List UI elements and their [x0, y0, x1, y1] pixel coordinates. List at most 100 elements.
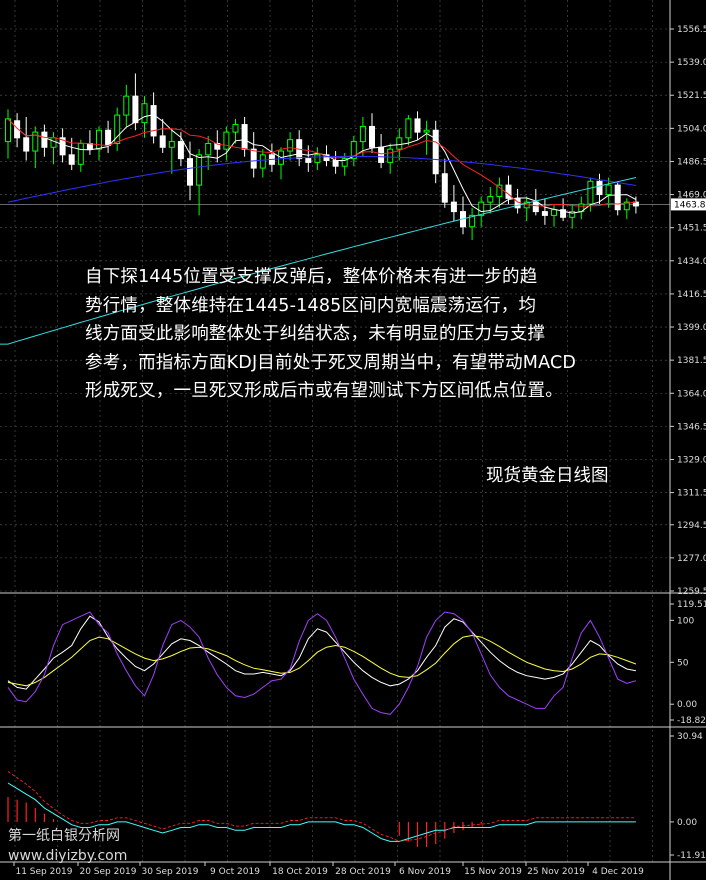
- candle-body: [132, 95, 139, 124]
- candle-body: [441, 173, 448, 203]
- candle-body: [96, 129, 102, 150]
- analysis-line: 形成死叉，一旦死叉形成后市或有望测试下方区间低点位置。: [85, 381, 563, 401]
- candle-body: [614, 184, 621, 211]
- candle-body: [551, 209, 557, 216]
- y-tick-label: 1311.5: [677, 489, 706, 499]
- y-tick-label: 1486.5: [677, 157, 706, 167]
- candle-body: [514, 197, 521, 209]
- x-tick-label: 6 Nov 2019: [399, 867, 451, 877]
- y-tick-label: 1277.0: [677, 554, 706, 564]
- kdj-panel: [7, 611, 637, 715]
- candle-body: [23, 137, 30, 152]
- ma-slow-line: [7, 155, 636, 203]
- candle-body: [396, 137, 403, 150]
- candle-body: [232, 124, 239, 133]
- candle-body: [378, 146, 385, 163]
- kdj-tick-label: -18.821: [677, 716, 706, 726]
- analysis-line: 参考，而指标方面KDJ目前处于死叉周期当中，有望带动MACD: [85, 352, 577, 373]
- candle-body: [332, 160, 339, 167]
- watermark-line: 第一纸白银分析网: [8, 828, 120, 844]
- kdj-tick-label: 0.00: [677, 700, 697, 710]
- analysis-line: 线方面受此影响整体处于纠结状态，未有明显的压力与支撑: [85, 324, 546, 344]
- y-tick-label: 1504.0: [677, 124, 706, 134]
- candle-body: [41, 131, 48, 148]
- candle-body: [68, 154, 75, 165]
- watermark-line: www.diyizby.com: [8, 848, 128, 864]
- candle-body: [423, 129, 430, 133]
- candle-body: [605, 184, 612, 196]
- x-tick-label: 20 Sep 2019: [79, 867, 136, 877]
- x-tick-label: 11 Sep 2019: [15, 867, 72, 877]
- candle-body: [314, 154, 321, 163]
- y-tick-label: 1521.5: [677, 91, 706, 101]
- y-tick-label: 1416.5: [677, 290, 706, 300]
- kdj-tick-label: 100: [677, 616, 694, 626]
- candle-body: [177, 141, 184, 160]
- y-tick-label: 1329.0: [677, 455, 706, 465]
- candle-body: [205, 142, 212, 156]
- x-tick-label: 18 Oct 2019: [272, 867, 328, 877]
- candle-body: [414, 118, 421, 133]
- ma-fast-line: [7, 114, 637, 214]
- y-tick-label: 1346.5: [677, 422, 706, 432]
- kdj-tick-label: 50: [677, 658, 689, 668]
- macd-tick-label: 0.00: [677, 818, 697, 828]
- candle-body: [369, 125, 375, 148]
- x-tick-label: 25 Nov 2019: [527, 867, 585, 877]
- candle-body: [223, 131, 230, 150]
- candle-body: [532, 201, 539, 213]
- candle-body: [450, 201, 457, 213]
- candle-body: [5, 118, 11, 143]
- candle-body: [259, 154, 266, 169]
- candle-body: [487, 195, 494, 203]
- chart-grid: [0, 0, 670, 862]
- y-tick-label: 1294.5: [677, 521, 706, 531]
- candle-body: [77, 142, 84, 165]
- candle-body: [541, 211, 548, 216]
- analysis-text: 自下探1445位置受支撑反弹后，整体价格未有进一步的趋 势行情，整体维持在144…: [85, 263, 630, 406]
- x-tick-label: 30 Sep 2019: [141, 867, 198, 877]
- candle-body: [596, 180, 603, 196]
- candle-body: [187, 158, 193, 186]
- candle-body: [505, 184, 512, 199]
- candle-body: [141, 103, 148, 124]
- macd-tick-label: -11.91: [677, 851, 706, 861]
- kdj-tick-label: 119.516: [677, 600, 706, 610]
- candle-body: [305, 158, 312, 163]
- y-tick-label: 1451.5: [677, 224, 706, 234]
- analysis-line: 势行情，整体维持在1445-1485区间内宽幅震荡运行，均: [85, 295, 537, 316]
- y-tick-label: 1434.0: [677, 257, 706, 267]
- watermark: 第一纸白银分析网 www.diyizby.com: [8, 826, 127, 866]
- candle-body: [478, 201, 485, 216]
- candle-body: [432, 129, 439, 175]
- candle-body: [387, 148, 394, 163]
- macd-tick-label: 30.94: [677, 732, 703, 742]
- candle-body: [587, 180, 594, 205]
- analysis-line: 自下探1445位置受支撑反弹后，整体价格未有进一步的趋: [85, 267, 538, 287]
- candle-body: [50, 137, 57, 148]
- y-tick-label: 1539.0: [677, 58, 706, 68]
- x-tick-label: 4 Dec 2019: [592, 867, 644, 877]
- candle-body: [250, 148, 257, 169]
- candle-body: [405, 118, 412, 139]
- current-price-label: 1463.8: [674, 200, 706, 210]
- x-tick-label: 28 Oct 2019: [335, 867, 391, 877]
- x-tick-label: 15 Nov 2019: [464, 867, 522, 877]
- y-tick-label: 1556.5: [677, 25, 706, 35]
- candle-body: [105, 129, 112, 146]
- chart-canvas: 1556.51539.01521.51504.01486.51469.01451…: [0, 0, 706, 880]
- candle-body: [359, 125, 366, 143]
- y-tick-label: 1364.0: [677, 389, 706, 399]
- chart-caption: 现货黄金日线图: [486, 466, 609, 486]
- candle-body: [168, 141, 175, 148]
- ma-mid-line: [7, 118, 636, 207]
- candle-body: [241, 124, 248, 150]
- y-tick-label: 1399.0: [677, 323, 706, 333]
- candle-body: [196, 154, 203, 186]
- x-tick-label: 9 Oct 2019: [210, 867, 260, 877]
- y-tick-label: 1381.5: [677, 356, 706, 366]
- candle-body: [123, 95, 130, 116]
- candle-body: [287, 139, 294, 152]
- kdj-line-j: [7, 611, 637, 715]
- candle-body: [159, 135, 166, 148]
